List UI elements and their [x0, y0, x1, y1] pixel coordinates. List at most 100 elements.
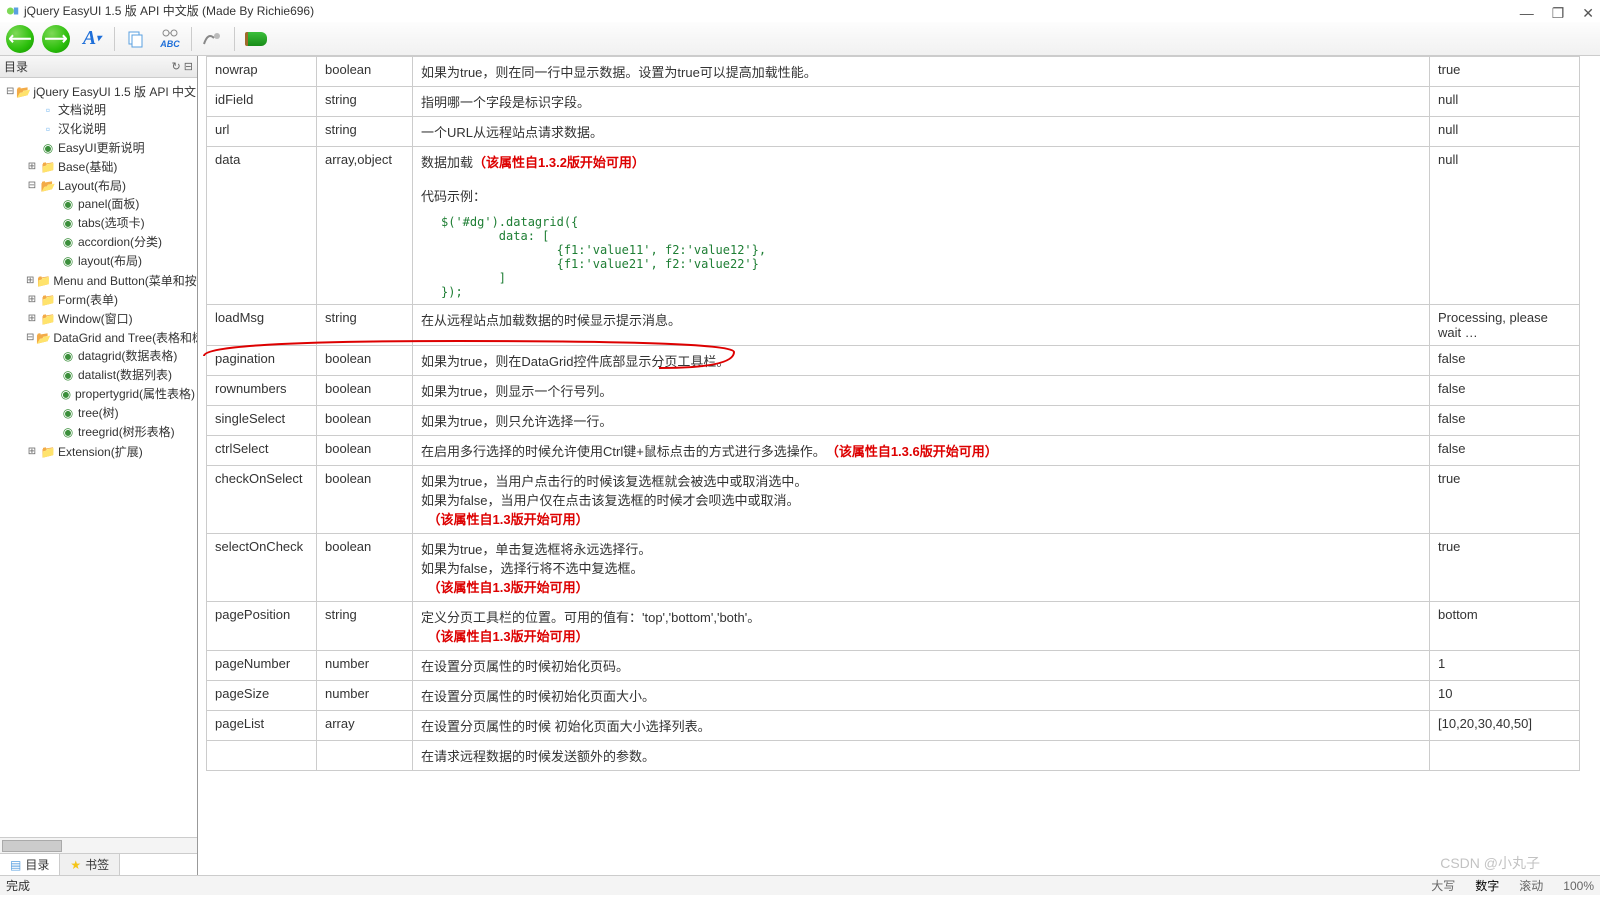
prop-desc: 如果为true，则在DataGrid控件底部显示分页工具栏。 — [413, 346, 1430, 376]
prop-default — [1430, 741, 1580, 771]
tree-group[interactable]: ⊟📂DataGrid and Tree(表格和树 — [26, 329, 195, 346]
folder-icon: 📁 — [40, 293, 56, 307]
font-button[interactable]: A▾ — [78, 25, 106, 53]
prop-default: null — [1430, 147, 1580, 305]
prop-type: boolean — [317, 436, 413, 466]
tree-item[interactable]: ◉EasyUI更新说明 — [26, 139, 195, 156]
prop-type: array,object — [317, 147, 413, 305]
prop-name: pagePosition — [207, 602, 317, 651]
content[interactable]: nowrapboolean如果为true，则在同一行中显示数据。设置为true可… — [198, 56, 1600, 875]
prop-name: rownumbers — [207, 376, 317, 406]
separator — [114, 27, 115, 51]
prop-name: data — [207, 147, 317, 305]
status-zoom: 100% — [1563, 879, 1594, 893]
page-icon: ▫ — [40, 103, 56, 117]
book-button[interactable] — [243, 26, 269, 52]
tree-group[interactable]: ⊞📁Window(窗口) — [26, 310, 195, 327]
horizontal-scrollbar[interactable] — [0, 837, 197, 853]
prop-name: idField — [207, 87, 317, 117]
tree-item[interactable]: ◉layout(布局) — [46, 252, 195, 269]
globe-icon: ◉ — [40, 141, 56, 155]
prop-desc: 如果为true，当用户点击行的时候该复选框就会被选中或取消选中。如果为false… — [413, 466, 1430, 534]
prop-default: false — [1430, 436, 1580, 466]
tree-group[interactable]: ⊞📁Form(表单) — [26, 291, 195, 308]
tree-item[interactable]: ◉propertygrid(属性表格) — [46, 385, 195, 402]
tree-item[interactable]: ◉treegrid(树形表格) — [46, 423, 195, 440]
folder-icon: 📁 — [40, 445, 56, 459]
prop-name: pageList — [207, 711, 317, 741]
globe-icon: ◉ — [60, 254, 76, 268]
table-row: singleSelectboolean如果为true，则只允许选择一行。fals… — [207, 406, 1580, 436]
table-row: idFieldstring指明哪一个字段是标识字段。null — [207, 87, 1580, 117]
tools-button[interactable] — [200, 26, 226, 52]
prop-default: 1 — [1430, 651, 1580, 681]
prop-name: pageSize — [207, 681, 317, 711]
table-row: 在请求远程数据的时候发送额外的参数。 — [207, 741, 1580, 771]
tree-item[interactable]: ◉tree(树) — [46, 404, 195, 421]
find-button[interactable]: ABC — [157, 26, 183, 52]
tree-item[interactable]: ◉datagrid(数据表格) — [46, 347, 195, 364]
tree-item[interactable]: ◉tabs(选项卡) — [46, 214, 195, 231]
table-row: rownumbersboolean如果为true，则显示一个行号列。false — [207, 376, 1580, 406]
sidebar-title: 目录 — [4, 58, 28, 75]
tree-item[interactable]: ◉panel(面板) — [46, 195, 195, 212]
prop-desc: 在从远程站点加载数据的时候显示提示消息。 — [413, 305, 1430, 346]
prop-desc: 一个URL从远程站点请求数据。 — [413, 117, 1430, 147]
folder-icon: 📂 — [36, 331, 51, 345]
prop-default: null — [1430, 87, 1580, 117]
tree-group[interactable]: ⊞📁Extension(扩展) — [26, 443, 195, 460]
prop-default: false — [1430, 406, 1580, 436]
copy-button[interactable] — [123, 26, 149, 52]
prop-default: true — [1430, 57, 1580, 87]
table-row: dataarray,object数据加载（该属性自1.3.2版开始可用）代码示例… — [207, 147, 1580, 305]
tree-group[interactable]: ⊞📁Menu and Button(菜单和按 — [26, 272, 195, 289]
tree[interactable]: ⊟📂jQuery EasyUI 1.5 版 API 中文▫文档说明 ▫汉化说明 ◉E… — [0, 78, 197, 837]
sidebar-tabs: ▤目录 ★书签 — [0, 853, 197, 875]
globe-icon: ◉ — [60, 368, 76, 382]
prop-default: false — [1430, 376, 1580, 406]
tree-root-item[interactable]: ⊟📂jQuery EasyUI 1.5 版 API 中文 — [6, 83, 195, 100]
tab-toc[interactable]: ▤目录 — [0, 854, 60, 875]
prop-desc: 定义分页工具栏的位置。可用的值有：'top','bottom','both'。 … — [413, 602, 1430, 651]
status-left: 完成 — [6, 877, 30, 894]
status-scroll: 滚动 — [1519, 877, 1543, 894]
globe-icon: ◉ — [60, 425, 76, 439]
sidebar-tools[interactable]: ↻ ⊟ — [172, 60, 194, 73]
table-row: urlstring一个URL从远程站点请求数据。null — [207, 117, 1580, 147]
minimize-button[interactable]: — — [1520, 2, 1534, 24]
tree-group[interactable]: ⊞📁Base(基础) — [26, 158, 195, 175]
app-icon — [6, 4, 20, 18]
table-row: paginationboolean如果为true，则在DataGrid控件底部显… — [207, 346, 1580, 376]
tree-item[interactable]: ◉accordion(分类) — [46, 233, 195, 250]
prop-type: boolean — [317, 466, 413, 534]
separator — [191, 27, 192, 51]
prop-type: boolean — [317, 376, 413, 406]
page-icon: ▫ — [40, 122, 56, 136]
forward-button[interactable]: ⟶ — [42, 25, 70, 53]
prop-name: nowrap — [207, 57, 317, 87]
prop-name: loadMsg — [207, 305, 317, 346]
back-button[interactable]: ⟵ — [6, 25, 34, 53]
prop-type: boolean — [317, 406, 413, 436]
properties-table: nowrapboolean如果为true，则在同一行中显示数据。设置为true可… — [206, 56, 1580, 771]
tree-item[interactable]: ▫汉化说明 — [26, 120, 195, 137]
folder-icon: 📁 — [36, 274, 51, 288]
globe-icon: ◉ — [60, 235, 76, 249]
status-bar: 完成 大写 数字 滚动 100% — [0, 875, 1600, 895]
prop-name: selectOnCheck — [207, 534, 317, 602]
prop-type: boolean — [317, 57, 413, 87]
tree-item[interactable]: ▫文档说明 — [26, 101, 195, 118]
table-row: pageSizenumber在设置分页属性的时候初始化页面大小。10 — [207, 681, 1580, 711]
prop-name: ctrlSelect — [207, 436, 317, 466]
folder-open-icon: 📂 — [16, 85, 31, 99]
tree-group[interactable]: ⊟📂Layout(布局) — [26, 177, 195, 194]
close-button[interactable]: ✕ — [1582, 2, 1594, 24]
tab-bookmark[interactable]: ★书签 — [60, 854, 120, 875]
tree-item[interactable]: ◉datalist(数据列表) — [46, 366, 195, 383]
prop-default: true — [1430, 466, 1580, 534]
star-icon: ★ — [70, 858, 81, 872]
prop-default: true — [1430, 534, 1580, 602]
maximize-button[interactable]: ❐ — [1552, 2, 1565, 24]
prop-desc: 在设置分页属性的时候初始化页码。 — [413, 651, 1430, 681]
prop-name: pageNumber — [207, 651, 317, 681]
